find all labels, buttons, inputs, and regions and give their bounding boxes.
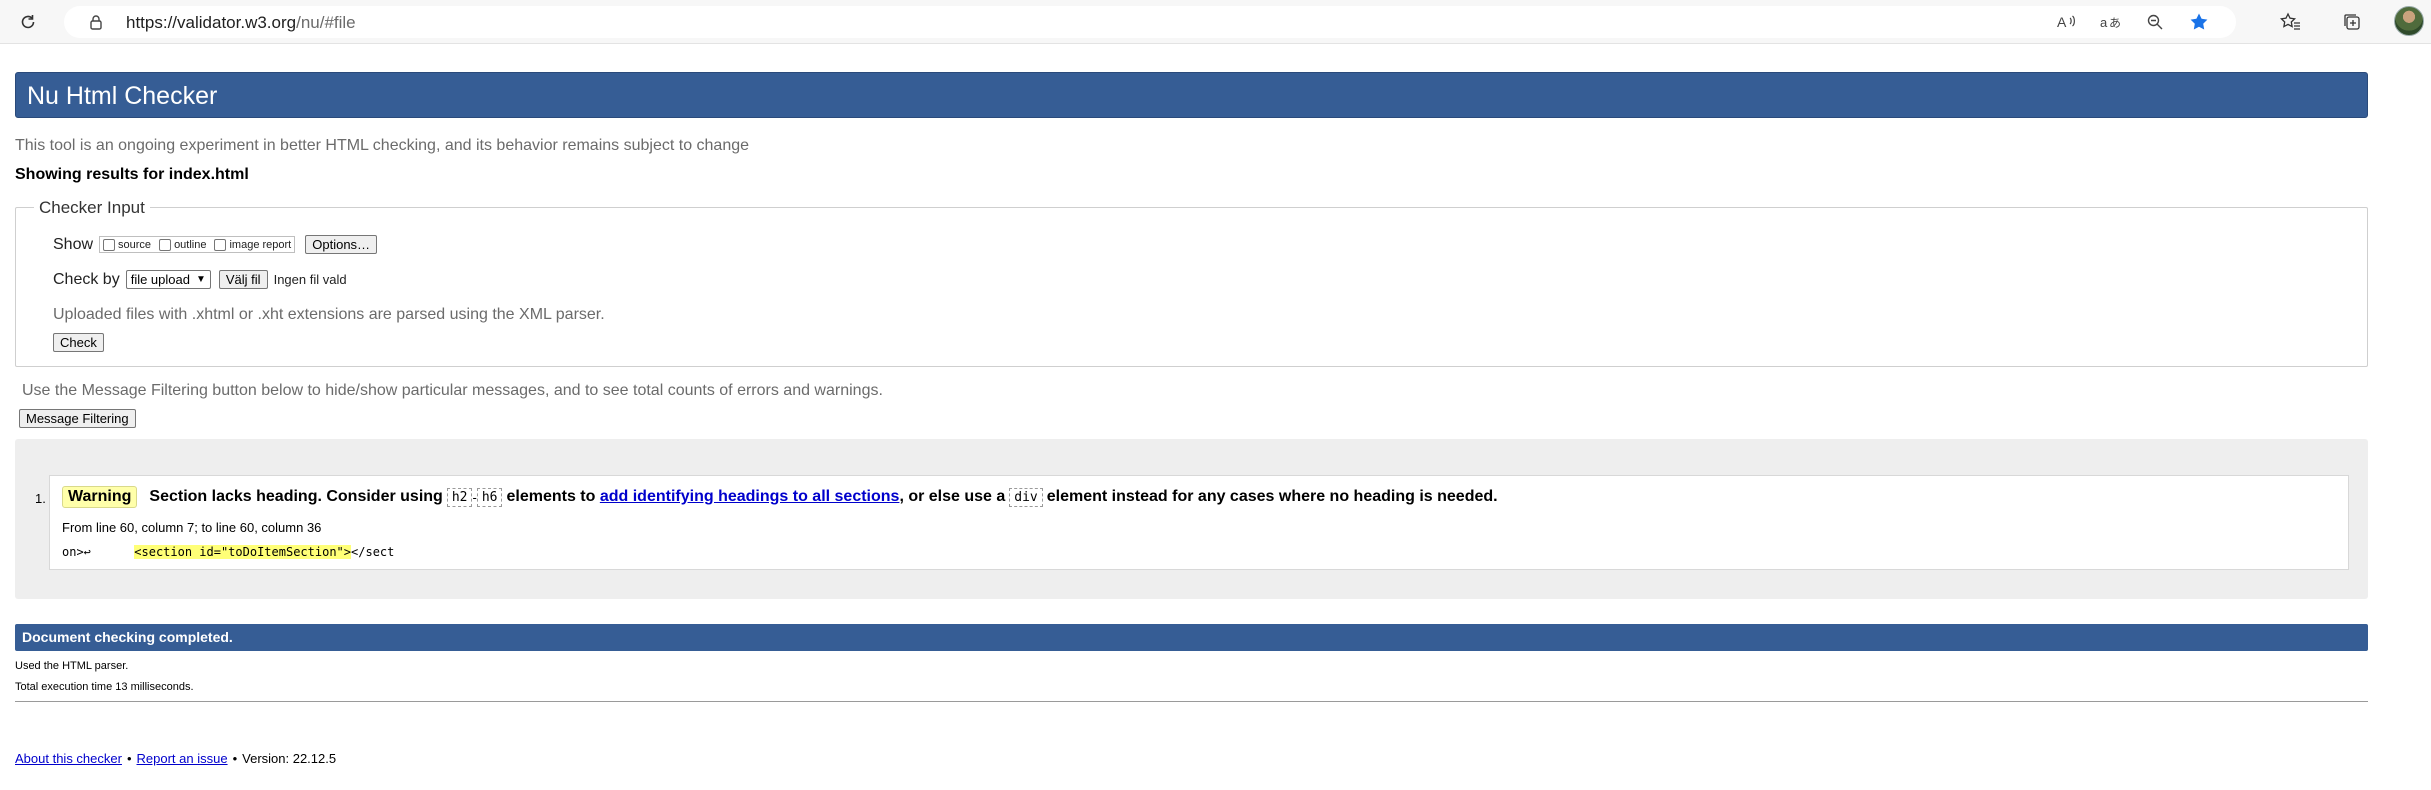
source-checkbox[interactable] <box>103 238 116 251</box>
message-text-mid: elements to <box>506 488 596 505</box>
check-button[interactable]: Check <box>53 333 104 352</box>
url-text[interactable]: https://validator.w3.org/nu/#file <box>126 13 356 33</box>
warning-badge: Warning <box>62 486 138 508</box>
chevron-down-icon: ▼ <box>195 274 206 285</box>
version-text: Version: 22.12.5 <box>242 751 337 766</box>
image-report-label: image report <box>229 238 292 251</box>
checker-input-legend: Checker Input <box>34 198 150 218</box>
no-file-text: Ingen fil vald <box>273 272 347 287</box>
filter-note: Use the Message Filtering button below t… <box>22 382 883 399</box>
check-button-wrapper: Check <box>53 333 104 352</box>
zoom-icon[interactable] <box>2142 10 2168 34</box>
message-number: 1. <box>35 491 46 506</box>
code-extract: on>↩ <section id="toDoItemSection"></sec… <box>62 545 394 559</box>
extract-spacing <box>91 545 134 559</box>
execution-time-note: Total execution time 13 milliseconds. <box>15 681 194 693</box>
read-aloud-icon[interactable]: A <box>2054 10 2080 34</box>
choose-file-button[interactable]: Välj fil <box>218 270 268 289</box>
message-text: Warning Section lacks heading. Consider … <box>62 486 1498 508</box>
report-issue-link[interactable]: Report an issue <box>137 751 228 766</box>
show-image-report-option[interactable]: image report <box>214 238 292 251</box>
profile-avatar[interactable] <box>2394 6 2424 36</box>
message-text-after: , or else use a <box>899 488 1006 505</box>
show-outline-option[interactable]: outline <box>159 238 207 251</box>
code-h6: h6 <box>476 487 503 507</box>
warning-message: Warning Section lacks heading. Consider … <box>49 475 2349 570</box>
message-filtering-button[interactable]: Message Filtering <box>19 409 136 428</box>
browser-toolbar: https://validator.w3.org/nu/#file A aあ <box>0 0 2431 44</box>
message-location: From line 60, column 7; to line 60, colu… <box>62 520 322 535</box>
message-text-before: Section lacks heading. Consider using <box>149 488 443 505</box>
show-label: Show <box>53 235 94 253</box>
favorites-icon[interactable] <box>2276 8 2304 36</box>
source-label: source <box>118 238 152 251</box>
url-domain: https://validator.w3.org <box>126 13 297 32</box>
image-report-checkbox[interactable] <box>214 238 227 251</box>
address-bar-tools: A aあ <box>2054 10 2212 34</box>
results-list: 1. Warning Section lacks heading. Consid… <box>15 439 2368 599</box>
filter-button-wrapper: Message Filtering <box>19 409 136 428</box>
code-div: div <box>1009 487 1043 507</box>
show-options-group: source outline image report <box>99 236 296 253</box>
translate-icon[interactable]: aあ <box>2098 10 2124 34</box>
page-title: Nu Html Checker <box>27 82 218 110</box>
lock-icon[interactable] <box>88 14 104 30</box>
check-by-label: Check by <box>53 270 120 288</box>
url-path: /nu/#file <box>296 13 356 32</box>
svg-text:A: A <box>2057 14 2067 30</box>
divider <box>15 701 2368 702</box>
headings-link[interactable]: add identifying headings to all sections <box>600 488 900 506</box>
collections-icon[interactable] <box>2338 8 2366 36</box>
show-source-option[interactable]: source <box>103 238 152 251</box>
check-by-select[interactable]: file upload ▼ <box>125 270 211 289</box>
svg-text:あ: あ <box>2109 16 2121 30</box>
options-button[interactable]: Options… <box>305 235 378 254</box>
completed-title: Document checking completed. <box>22 629 233 645</box>
extract-highlight: <section id="toDoItemSection"> <box>134 545 352 559</box>
outline-checkbox[interactable] <box>159 238 172 251</box>
reload-icon[interactable] <box>14 8 42 36</box>
code-h2: h2 <box>446 487 473 507</box>
footer-separator: • <box>232 751 238 766</box>
footer: About this checker • Report an issue • Versi… <box>15 751 336 766</box>
address-bar[interactable]: https://validator.w3.org/nu/#file A aあ <box>64 6 2236 38</box>
show-options-row: Show source outline image report Options… <box>53 235 378 254</box>
footer-separator: • <box>126 751 132 766</box>
outline-label: outline <box>174 238 207 251</box>
check-by-row: Check by file upload ▼ Välj fil Ingen fi… <box>53 270 347 289</box>
page-header: Nu Html Checker <box>15 72 2368 118</box>
extract-prefix: on>↩ <box>62 545 91 559</box>
parser-note: Used the HTML parser. <box>15 660 129 672</box>
about-link[interactable]: About this checker <box>15 751 122 766</box>
checker-input-fieldset: Checker Input Show source outline image … <box>15 198 2368 367</box>
completed-banner: Document checking completed. <box>15 624 2368 651</box>
extract-suffix: </sect <box>351 545 395 559</box>
check-by-value: file upload <box>130 272 190 287</box>
favorite-star-icon[interactable] <box>2186 10 2212 34</box>
intro-text: This tool is an ongoing experiment in be… <box>15 137 750 154</box>
svg-text:a: a <box>2100 15 2108 30</box>
message-text-end: element instead for any cases where no h… <box>1046 488 1498 505</box>
showing-results-heading: Showing results for index.html <box>15 166 249 183</box>
upload-note: Uploaded files with .xhtml or .xht exten… <box>53 306 605 323</box>
